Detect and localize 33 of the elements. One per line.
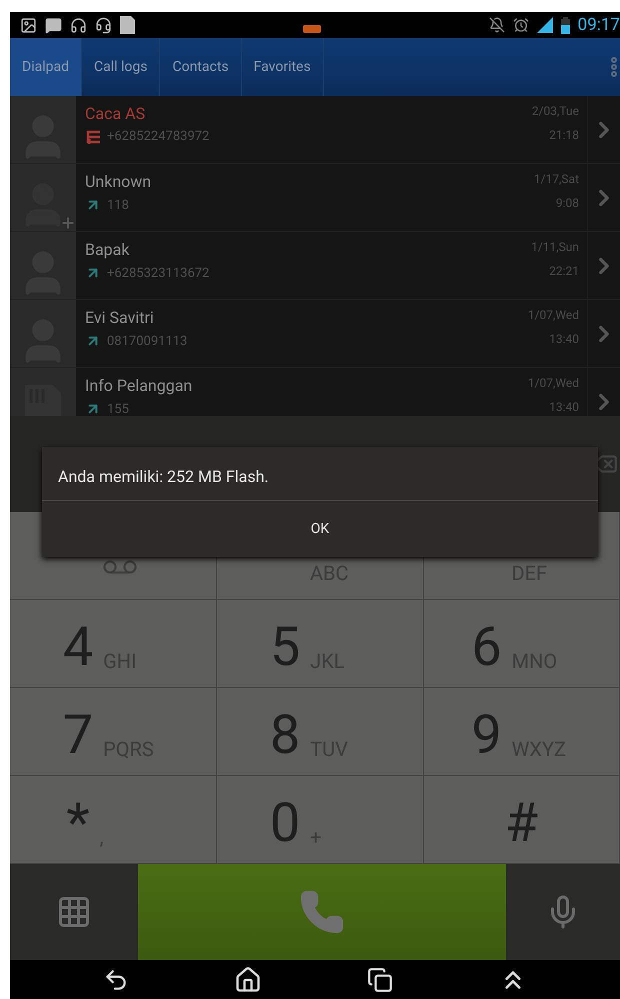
phone-icon (299, 889, 345, 935)
phone-number: 155 (107, 402, 129, 416)
alarm-icon (512, 17, 529, 33)
headphones-icon (70, 16, 87, 34)
battery-icon (560, 16, 570, 34)
recent-apps-icon[interactable] (366, 966, 392, 992)
dialog-message: Anda memiliki: 252 MB Flash. (42, 447, 598, 501)
tab[interactable]: Dialpad (10, 38, 82, 96)
headset-icon (95, 16, 112, 34)
contact-name: Caca AS (85, 104, 146, 123)
phone-number: +6285224783972 (107, 129, 210, 144)
signal-icon (536, 17, 553, 33)
call-button[interactable] (138, 864, 506, 960)
contact-name: Evi Savitri (85, 308, 155, 327)
add-icon (60, 215, 76, 231)
phone-number: +6285323113672 (107, 266, 210, 280)
dialpad-icon[interactable] (56, 894, 92, 930)
phone-number: 118 (107, 198, 129, 212)
contact-name: Bapak (85, 240, 130, 259)
contact-name: Info Pelanggan (85, 376, 194, 395)
key-letters: , (100, 825, 105, 849)
chat-icon (45, 16, 62, 34)
clock-time: 09:17 (578, 15, 620, 35)
contact-name: Unknown (85, 172, 152, 191)
voicemail-icon (103, 560, 137, 574)
sd-card-icon (120, 16, 135, 34)
phone-number: 08170091113 (107, 334, 188, 348)
mute-icon (488, 17, 505, 33)
picture-icon (20, 16, 37, 34)
home-icon[interactable] (234, 966, 262, 994)
notification-marker (302, 25, 321, 33)
key-letters: + (310, 825, 323, 849)
ok-button[interactable]: OK (42, 501, 598, 557)
